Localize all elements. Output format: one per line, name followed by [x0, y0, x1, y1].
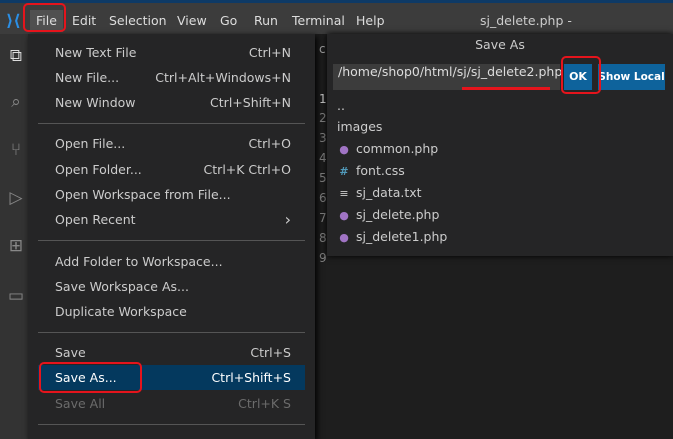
line-number: 6 — [319, 191, 327, 205]
window-title: sj_delete.php - — [480, 13, 572, 28]
file-name: images — [337, 119, 383, 134]
tab-fragment: c — [319, 42, 326, 56]
menu-item-shortcut: Ctrl+K Ctrl+O — [203, 162, 291, 177]
menu-item-new-window[interactable]: New Window Ctrl+Shift+N — [38, 90, 305, 115]
line-number: 1 — [319, 92, 327, 106]
line-number: 9 — [319, 251, 327, 265]
menu-item-label: Open Recent — [55, 212, 136, 227]
file-entry[interactable]: ● common.php — [337, 138, 438, 160]
menu-item-label: Save — [55, 345, 86, 360]
menu-selection[interactable]: Selection — [103, 10, 173, 32]
menu-item-save-workspace-as[interactable]: Save Workspace As... — [38, 274, 305, 299]
file-name: .. — [337, 98, 345, 113]
php-elephant-icon: ● — [339, 231, 349, 244]
php-elephant-icon: ● — [339, 209, 349, 222]
menu-item-label: Save All — [55, 396, 106, 411]
menu-item-open-workspace[interactable]: Open Workspace from File... — [38, 182, 305, 207]
menu-item-save-all[interactable]: Save All Ctrl+K S — [38, 391, 305, 416]
menu-item-shortcut: Ctrl+S — [250, 345, 291, 360]
menu-item-label: Save Workspace As... — [55, 279, 189, 294]
menu-item-shortcut: Ctrl+N — [248, 45, 291, 60]
menu-item-open-recent[interactable]: Open Recent › — [38, 207, 305, 232]
menu-help[interactable]: Help — [350, 10, 391, 32]
line-number: 2 — [319, 111, 327, 125]
source-control-icon[interactable]: ⑂ — [6, 140, 26, 160]
menu-item-add-folder[interactable]: Add Folder to Workspace... — [38, 249, 305, 274]
menu-item-open-folder[interactable]: Open Folder... Ctrl+K Ctrl+O — [38, 157, 305, 182]
file-name: sj_delete.php — [356, 207, 440, 222]
menu-separator — [38, 123, 305, 124]
menu-item-duplicate-workspace[interactable]: Duplicate Workspace — [38, 299, 305, 324]
file-entry[interactable]: ● sj_delete1.php — [337, 226, 447, 248]
menu-separator — [38, 332, 305, 333]
menu-item-label: Duplicate Workspace — [55, 304, 187, 319]
menu-separator — [38, 424, 305, 425]
annotation-save-as-highlight — [39, 362, 142, 393]
menu-item-shortcut: Ctrl+O — [248, 136, 291, 151]
file-entry[interactable]: ● sj_delete.php — [337, 204, 439, 226]
menu-item-new-text-file[interactable]: New Text File Ctrl+N — [38, 40, 305, 65]
dialog-title: Save As — [475, 37, 525, 52]
menu-item-label: Open File... — [55, 136, 126, 151]
save-as-dialog: Save As /home/shop0/html/sj/sj_delete2.p… — [327, 34, 673, 256]
menu-item-open-file[interactable]: Open File... Ctrl+O — [38, 131, 305, 156]
title-bar: ⟩⟨ File Edit Selection View Go Run Termi… — [0, 0, 673, 34]
php-elephant-icon: ● — [339, 143, 349, 156]
menu-view[interactable]: View — [171, 10, 213, 32]
line-number: 5 — [319, 171, 327, 185]
file-entry[interactable]: # font.css — [337, 160, 405, 182]
file-name: common.php — [356, 141, 439, 156]
vscode-logo-icon: ⟩⟨ — [6, 11, 21, 30]
line-number: 8 — [319, 231, 327, 245]
menu-run[interactable]: Run — [248, 10, 284, 32]
line-number: 3 — [319, 131, 327, 145]
file-name: font.css — [356, 163, 405, 178]
menu-item-shortcut: Ctrl+Alt+Windows+N — [155, 70, 291, 85]
file-entry-parent[interactable]: .. — [337, 95, 345, 117]
hash-icon: # — [339, 165, 349, 178]
folder-entry[interactable]: images — [337, 116, 382, 138]
run-debug-icon[interactable]: ▷ — [6, 188, 26, 208]
menu-item-label: Open Folder... — [55, 162, 142, 177]
menu-item-shortcut: Ctrl+Shift+S — [211, 370, 291, 385]
file-name: sj_data.txt — [356, 185, 422, 200]
annotation-ok-highlight — [561, 56, 601, 94]
menu-item-new-file[interactable]: New File... Ctrl+Alt+Windows+N — [38, 65, 305, 90]
extensions-icon[interactable]: ⊞ — [6, 236, 26, 256]
line-number: 4 — [319, 151, 327, 165]
menu-item-label: New Window — [55, 95, 136, 110]
annotation-file-highlight — [23, 3, 66, 32]
menu-item-shortcut: Ctrl+K S — [238, 396, 291, 411]
explorer-icon[interactable]: ⧉ — [6, 46, 26, 66]
remote-explorer-icon[interactable]: ▭ — [6, 286, 26, 306]
menu-edit[interactable]: Edit — [66, 10, 102, 32]
search-icon[interactable]: ⌕ — [6, 92, 26, 112]
menu-item-label: New File... — [55, 70, 120, 85]
lines-icon: ≡ — [339, 187, 349, 200]
file-name: sj_delete1.php — [356, 229, 448, 244]
menu-item-label: Open Workspace from File... — [55, 187, 231, 202]
menu-separator — [38, 240, 305, 241]
menu-item-shortcut: Ctrl+Shift+N — [210, 95, 291, 110]
menu-item-label: Add Folder to Workspace... — [55, 254, 223, 269]
menu-item-label: New Text File — [55, 45, 137, 60]
chevron-right-icon: › — [284, 210, 291, 229]
line-number: 7 — [319, 211, 327, 225]
annotation-filename-underline — [462, 87, 550, 90]
show-local-button[interactable]: Show Local — [598, 64, 665, 90]
menu-terminal[interactable]: Terminal — [286, 10, 351, 32]
file-entry[interactable]: ≡ sj_data.txt — [337, 182, 422, 204]
menu-go[interactable]: Go — [214, 10, 243, 32]
